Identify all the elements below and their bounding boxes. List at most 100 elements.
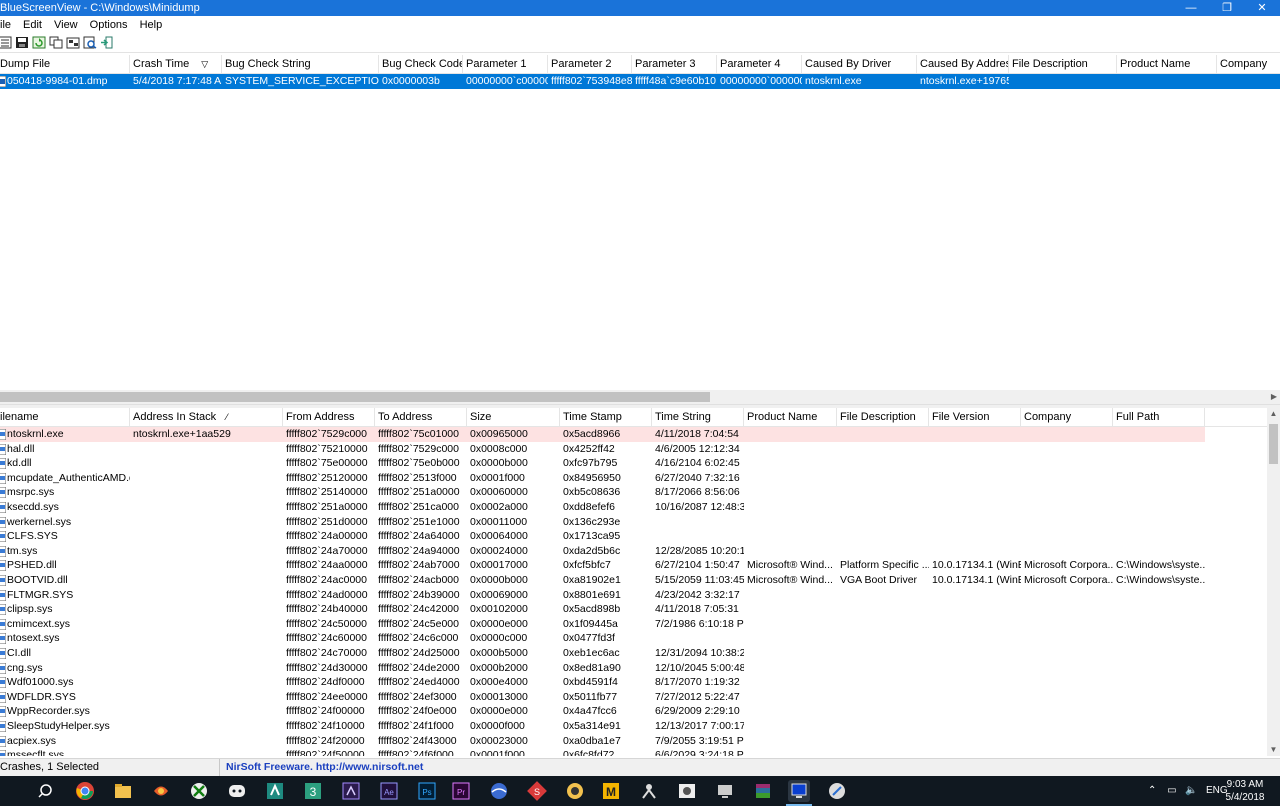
driver-row[interactable]: mcupdate_AuthenticAMD.dll fffff802`251200…	[0, 471, 1267, 486]
app-icon-person[interactable]	[638, 780, 660, 802]
vertical-scrollbar[interactable]: ▲ ▼	[1267, 408, 1280, 756]
cell-address-in-stack	[130, 471, 283, 486]
chevron-up-icon[interactable]: ⌃	[1148, 785, 1156, 796]
discord-icon[interactable]	[226, 780, 248, 802]
driver-row[interactable]: Wdf01000.sys fffff802`24df0000 fffff802`24…	[0, 675, 1267, 690]
driver-row[interactable]: kd.dll fffff802`75e00000 fffff802`75e0b000…	[0, 456, 1267, 471]
driver-row[interactable]: CI.dll fffff802`24c70000 fffff802`24d25000…	[0, 646, 1267, 661]
scroll-down-icon[interactable]: ▼	[1267, 744, 1280, 756]
col-full-path[interactable]: Full Path	[1113, 408, 1205, 427]
driver-row[interactable]: acpiex.sys fffff802`24f20000 fffff802`24f4…	[0, 734, 1267, 749]
vertical-scroll-thumb[interactable]	[1269, 424, 1278, 464]
col-bug-check-string[interactable]: Bug Check String	[222, 55, 379, 74]
driver-row[interactable]: cng.sys fffff802`24d30000 fffff802`24de200…	[0, 661, 1267, 676]
chrome-icon[interactable]	[74, 780, 96, 802]
app-icon-green[interactable]	[264, 780, 286, 802]
menu-file[interactable]: ile	[0, 19, 17, 31]
col-file-description[interactable]: File Description	[837, 408, 929, 427]
network-icon[interactable]: ▭	[1167, 785, 1176, 796]
col-time-stamp[interactable]: Time Stamp	[560, 408, 652, 427]
winrar-icon[interactable]	[752, 780, 774, 802]
bluescreenview-icon[interactable]	[788, 780, 810, 802]
driver-row[interactable]: tm.sys fffff802`24a70000 fffff802`24a94000…	[0, 544, 1267, 559]
col-bug-check-code[interactable]: Bug Check Code	[379, 55, 463, 74]
search-icon[interactable]	[36, 780, 58, 802]
driver-row[interactable]: cmimcext.sys fffff802`24c50000 fffff802`24…	[0, 617, 1267, 632]
col-product-name[interactable]: Product Name	[1117, 55, 1217, 74]
find-icon[interactable]	[83, 36, 97, 49]
driver-row[interactable]: ksecdd.sys fffff802`251a0000 fffff802`251c…	[0, 500, 1267, 515]
options-icon[interactable]	[66, 36, 80, 49]
driver-row[interactable]: ntoskrnl.exe ntoskrnl.exe+1aa529 fffff802`…	[0, 427, 1205, 442]
photo-app-icon[interactable]	[676, 780, 698, 802]
driver-row[interactable]: werkernel.sys fffff802`251d0000 fffff802`2…	[0, 515, 1267, 530]
col-company[interactable]: Company	[1217, 55, 1280, 74]
computer-icon[interactable]	[714, 780, 736, 802]
menu-view[interactable]: View	[48, 19, 84, 31]
minimize-button[interactable]: —	[1173, 0, 1209, 16]
driver-row[interactable]: BOOTVID.dll fffff802`24ac0000 fffff802`24a…	[0, 573, 1267, 588]
driver-row[interactable]: CLFS.SYS fffff802`24a00000 fffff802`24a640…	[0, 529, 1267, 544]
wave-app-icon[interactable]	[488, 780, 510, 802]
col-size[interactable]: Size	[467, 408, 560, 427]
scroll-thumb[interactable]	[0, 392, 710, 402]
col-dump-file[interactable]: Dump File	[0, 55, 130, 74]
colorful-app-icon[interactable]	[150, 780, 172, 802]
driver-row[interactable]: WDFLDR.SYS fffff802`24ee0000 fffff802`24ef…	[0, 690, 1267, 705]
refresh-icon[interactable]	[32, 36, 46, 49]
col-parameter-1[interactable]: Parameter 1	[463, 55, 548, 74]
crash-row[interactable]: 050418-9984-01.dmp 5/4/2018 7:17:48 AM S…	[0, 74, 1280, 89]
driver-row[interactable]: msrpc.sys fffff802`25140000 fffff802`251a0…	[0, 485, 1267, 500]
col-parameter-3[interactable]: Parameter 3	[632, 55, 717, 74]
col-file-description[interactable]: File Description	[1009, 55, 1117, 74]
driver-row[interactable]: PSHED.dll fffff802`24aa0000 fffff802`24ab7…	[0, 558, 1267, 573]
scroll-right-icon[interactable]: ▶	[1268, 390, 1280, 404]
sketch-app-icon[interactable]: S	[526, 780, 548, 802]
menu-help[interactable]: Help	[134, 19, 169, 31]
col-parameter-2[interactable]: Parameter 2	[548, 55, 632, 74]
game-icon[interactable]	[564, 780, 586, 802]
volume-icon[interactable]: 🔈	[1185, 785, 1197, 796]
tray-icons[interactable]: ⌃ ▭ 🔈	[1148, 776, 1206, 806]
col-filename[interactable]: ilename	[0, 408, 130, 427]
after-effects-icon[interactable]: Ae	[378, 780, 400, 802]
driver-row[interactable]: clipsp.sys fffff802`24b40000 fffff802`24c4…	[0, 602, 1267, 617]
col-from-address[interactable]: From Address	[283, 408, 375, 427]
driver-row[interactable]: hal.dll fffff802`75210000 fffff802`7529c00…	[0, 442, 1267, 457]
feather-app-icon[interactable]	[826, 780, 848, 802]
col-to-address[interactable]: To Address	[375, 408, 467, 427]
clock[interactable]: 9:03 AM 5/4/2018	[1220, 778, 1270, 804]
horizontal-scrollbar[interactable]: ▶	[0, 390, 1280, 404]
driver-row[interactable]: mssecflt.sys fffff802`24f50000 fffff802`24…	[0, 748, 1267, 756]
col-company[interactable]: Company	[1021, 408, 1113, 427]
menu-options[interactable]: Options	[84, 19, 134, 31]
save-icon[interactable]	[15, 36, 29, 49]
close-button[interactable]: ✕	[1244, 0, 1280, 16]
col-caused-by-driver[interactable]: Caused By Driver	[802, 55, 917, 74]
photoshop-icon[interactable]: Ps	[416, 780, 438, 802]
copy-icon[interactable]	[49, 36, 63, 49]
menu-edit[interactable]: Edit	[17, 19, 48, 31]
col-caused-by-address[interactable]: Caused By Address	[917, 55, 1009, 74]
file-explorer-icon[interactable]	[112, 780, 134, 802]
m-app-icon[interactable]: M	[600, 780, 622, 802]
app-icon-3[interactable]: 3	[302, 780, 324, 802]
driver-row[interactable]: FLTMGR.SYS fffff802`24ad0000 fffff802`24b3…	[0, 588, 1267, 603]
col-time-string[interactable]: Time String	[652, 408, 744, 427]
exit-icon[interactable]	[100, 36, 114, 49]
col-file-version[interactable]: File Version	[929, 408, 1021, 427]
scroll-up-icon[interactable]: ▲	[1267, 408, 1280, 420]
after-effects-alt-icon[interactable]	[340, 780, 362, 802]
restore-button[interactable]: ❐	[1209, 0, 1245, 16]
driver-row[interactable]: SleepStudyHelper.sys fffff802`24f10000 fff…	[0, 719, 1267, 734]
col-address-in-stack[interactable]: Address In Stack ⁄	[130, 408, 283, 427]
xbox-icon[interactable]	[188, 780, 210, 802]
properties-icon[interactable]	[0, 36, 12, 49]
driver-row[interactable]: ntosext.sys fffff802`24c60000 fffff802`24c…	[0, 631, 1267, 646]
driver-row[interactable]: WppRecorder.sys fffff802`24f00000 fffff802…	[0, 704, 1267, 719]
nirsoft-link[interactable]: NirSoft Freeware. http://www.nirsoft.net	[226, 759, 423, 776]
col-crash-time[interactable]: Crash Time ▽	[130, 55, 222, 74]
col-parameter-4[interactable]: Parameter 4	[717, 55, 802, 74]
premiere-icon[interactable]: Pr	[450, 780, 472, 802]
col-product-name[interactable]: Product Name	[744, 408, 837, 427]
